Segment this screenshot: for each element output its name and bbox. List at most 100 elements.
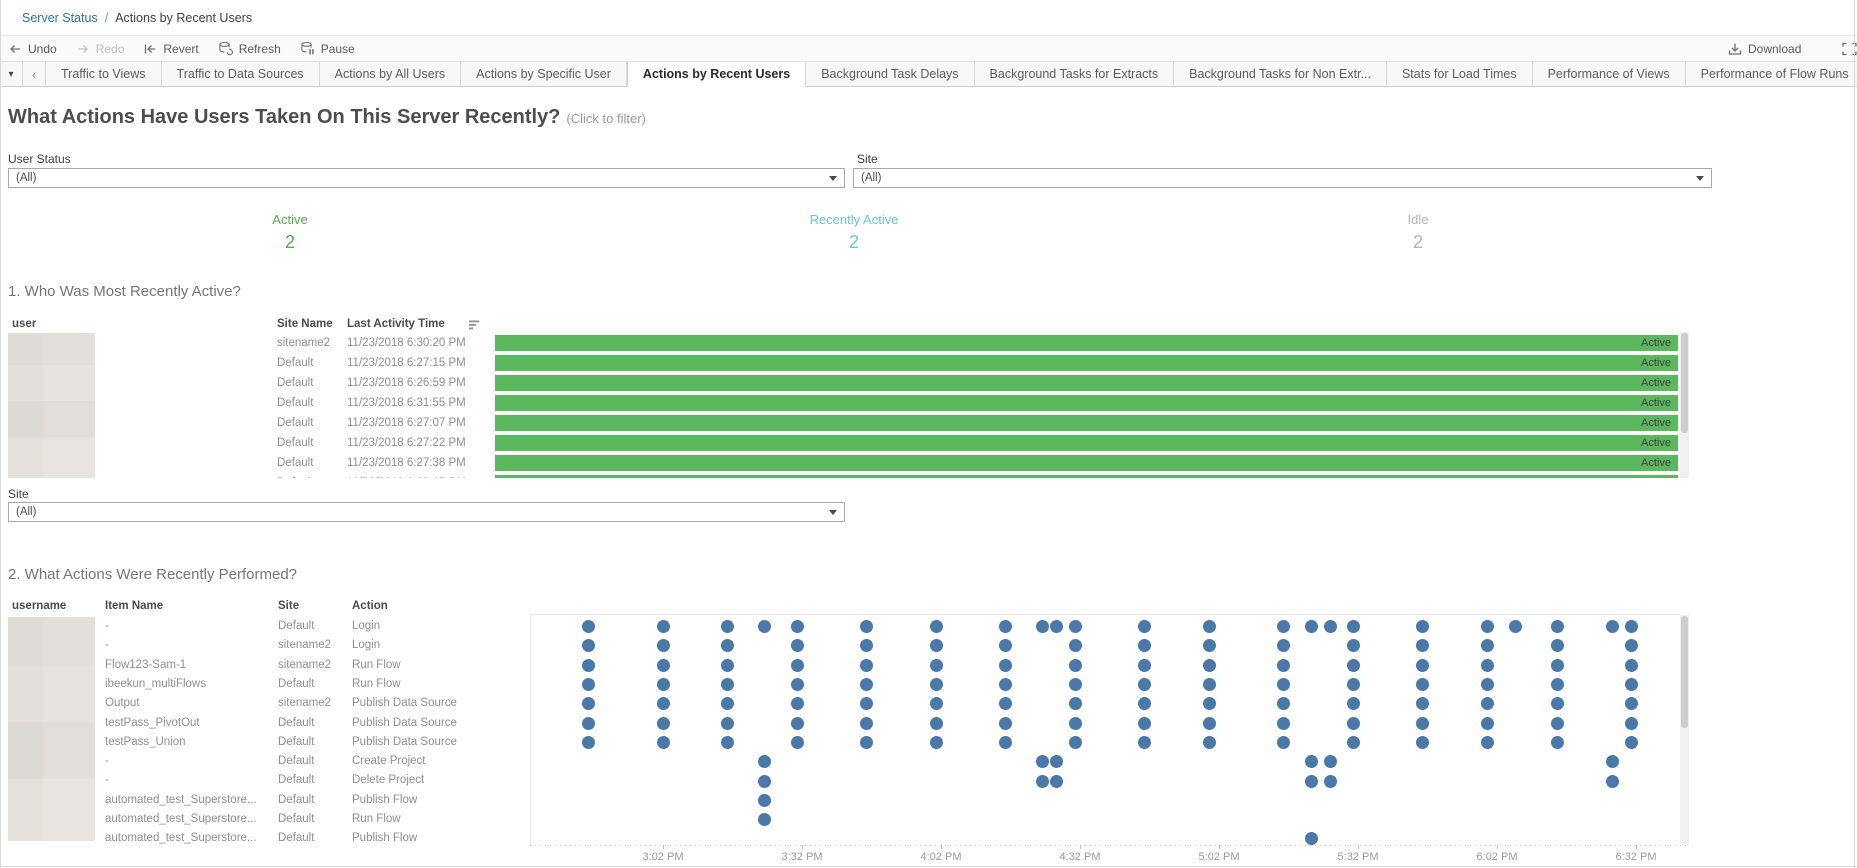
action-event-dot[interactable]	[1416, 620, 1430, 634]
action-event-dot[interactable]	[1203, 697, 1217, 711]
action-event-dot[interactable]	[1624, 716, 1638, 730]
action-event-dot[interactable]	[1203, 620, 1217, 634]
action-event-dot[interactable]	[582, 620, 596, 634]
action-event-dot[interactable]	[656, 658, 670, 672]
action-event-dot[interactable]	[582, 639, 596, 653]
action-event-dot[interactable]	[582, 716, 596, 730]
refresh-button[interactable]: Refresh	[218, 41, 281, 56]
redo-button[interactable]: Redo	[76, 42, 124, 56]
action-event-dot[interactable]	[1138, 678, 1152, 692]
action-event-dot[interactable]	[999, 678, 1013, 692]
action-event-dot[interactable]	[1050, 620, 1064, 634]
action-event-dot[interactable]	[860, 678, 874, 692]
action-event-dot[interactable]	[721, 697, 735, 711]
section2-scrollbar[interactable]	[1680, 615, 1689, 845]
tab-background-tasks-for-extracts[interactable]: Background Tasks for Extracts	[975, 62, 1175, 86]
action-event-dot[interactable]	[1068, 639, 1082, 653]
action-event-dot[interactable]	[1068, 716, 1082, 730]
scroll-tabs-left-button[interactable]: ‹	[23, 62, 46, 86]
action-event-dot[interactable]	[790, 658, 804, 672]
action-event-dot[interactable]	[860, 716, 874, 730]
active-status-bar[interactable]: Active	[495, 435, 1678, 451]
section-site-filter-dropdown[interactable]: (All)	[8, 502, 845, 522]
tab-actions-by-specific-user[interactable]: Actions by Specific User	[461, 62, 627, 86]
action-event-dot[interactable]	[1416, 639, 1430, 653]
action-event-dot[interactable]	[1305, 620, 1319, 634]
tab-performance-of-views[interactable]: Performance of Views	[1533, 62, 1686, 86]
action-event-dot[interactable]	[1036, 755, 1050, 769]
action-event-dot[interactable]	[656, 735, 670, 749]
active-status-bar[interactable]: Active	[495, 415, 1678, 431]
pause-button[interactable]: Pause	[300, 41, 355, 56]
action-event-dot[interactable]	[1606, 620, 1620, 634]
action-event-dot[interactable]	[1550, 639, 1564, 653]
action-event-dot[interactable]	[1323, 755, 1337, 769]
action-event-dot[interactable]	[1305, 774, 1319, 788]
action-event-dot[interactable]	[1624, 735, 1638, 749]
col-header-username[interactable]: username	[12, 600, 66, 612]
action-event-dot[interactable]	[1203, 639, 1217, 653]
action-event-dot[interactable]	[999, 697, 1013, 711]
action-event-dot[interactable]	[1509, 620, 1523, 634]
action-event-dot[interactable]	[1277, 697, 1291, 711]
action-event-dot[interactable]	[1346, 678, 1360, 692]
action-event-dot[interactable]	[1050, 755, 1064, 769]
action-event-dot[interactable]	[1138, 639, 1152, 653]
action-event-dot[interactable]	[1550, 735, 1564, 749]
action-event-dot[interactable]	[1624, 678, 1638, 692]
status-card-active[interactable]: Active 2	[8, 212, 572, 253]
action-event-dot[interactable]	[999, 620, 1013, 634]
action-event-dot[interactable]	[1481, 639, 1495, 653]
action-event-dot[interactable]	[656, 697, 670, 711]
section1-scrollbar-thumb[interactable]	[1681, 333, 1688, 433]
active-status-bar[interactable]: Active	[495, 475, 1678, 478]
tab-traffic-to-data-sources[interactable]: Traffic to Data Sources	[162, 62, 320, 86]
action-event-dot[interactable]	[582, 658, 596, 672]
tab-actions-by-all-users[interactable]: Actions by All Users	[320, 62, 462, 86]
action-event-dot[interactable]	[1346, 620, 1360, 634]
action-event-dot[interactable]	[790, 620, 804, 634]
action-event-dot[interactable]	[656, 620, 670, 634]
action-event-dot[interactable]	[1481, 716, 1495, 730]
action-event-dot[interactable]	[929, 716, 943, 730]
tab-actions-by-recent-users[interactable]: Actions by Recent Users	[626, 62, 807, 86]
action-event-dot[interactable]	[582, 678, 596, 692]
action-event-dot[interactable]	[721, 678, 735, 692]
action-event-dot[interactable]	[1550, 678, 1564, 692]
action-event-dot[interactable]	[758, 755, 772, 769]
action-event-dot[interactable]	[1068, 735, 1082, 749]
action-event-dot[interactable]	[860, 639, 874, 653]
section2-scrollbar-thumb[interactable]	[1681, 616, 1688, 728]
action-event-dot[interactable]	[1550, 620, 1564, 634]
action-event-dot[interactable]	[1277, 735, 1291, 749]
active-status-bar[interactable]: Active	[495, 455, 1678, 471]
active-status-bar[interactable]: Active	[495, 335, 1678, 351]
action-event-dot[interactable]	[1305, 755, 1319, 769]
status-card-recently-active[interactable]: Recently Active 2	[572, 212, 1136, 253]
action-event-dot[interactable]	[1624, 620, 1638, 634]
action-event-dot[interactable]	[1550, 658, 1564, 672]
action-event-dot[interactable]	[1416, 716, 1430, 730]
action-event-dot[interactable]	[1203, 678, 1217, 692]
recently-active-table[interactable]: sitename2 11/23/2018 6:30:20 PM Active Defa…	[0, 332, 1680, 478]
action-event-dot[interactable]	[758, 793, 772, 807]
undo-button[interactable]: Undo	[8, 42, 57, 56]
action-event-dot[interactable]	[999, 716, 1013, 730]
recent-actions-dot-plot[interactable]: - Default Login - sitename2 Login Flow123-Sam-…	[0, 615, 1680, 845]
action-event-dot[interactable]	[860, 620, 874, 634]
action-event-dot[interactable]	[1138, 735, 1152, 749]
action-event-dot[interactable]	[1138, 620, 1152, 634]
col-header-action[interactable]: Action	[352, 600, 388, 612]
action-event-dot[interactable]	[656, 716, 670, 730]
action-event-dot[interactable]	[1277, 716, 1291, 730]
action-event-dot[interactable]	[1323, 620, 1337, 634]
breadcrumb-server-status-link[interactable]: Server Status	[22, 11, 98, 25]
tab-performance-of-flow-runs[interactable]: Performance of Flow Runs	[1686, 62, 1857, 86]
action-event-dot[interactable]	[999, 658, 1013, 672]
action-event-dot[interactable]	[1203, 658, 1217, 672]
action-event-dot[interactable]	[582, 697, 596, 711]
action-event-dot[interactable]	[1346, 735, 1360, 749]
action-event-dot[interactable]	[1323, 774, 1337, 788]
action-event-dot[interactable]	[790, 697, 804, 711]
action-event-dot[interactable]	[1068, 697, 1082, 711]
